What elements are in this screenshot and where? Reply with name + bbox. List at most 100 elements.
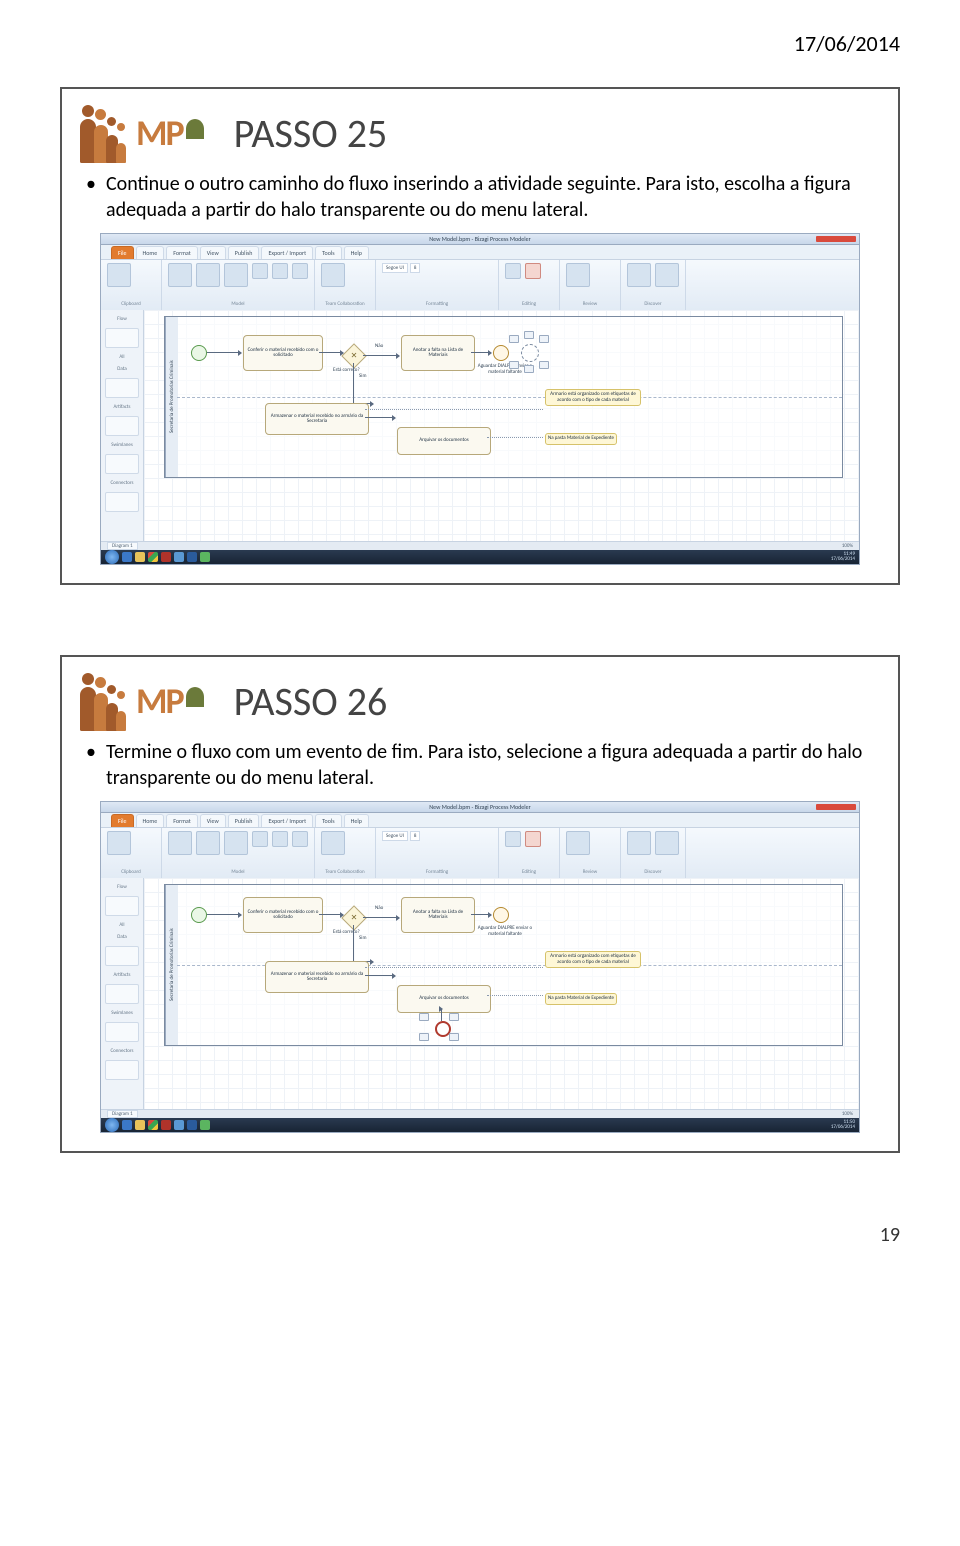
view-tab[interactable]: View [200,246,226,259]
palette-connector-icon[interactable] [105,492,139,512]
select-button[interactable] [505,263,521,279]
validate-button[interactable] [272,263,288,279]
timer-event-icon[interactable] [493,345,509,361]
online-courses-button[interactable] [655,263,679,287]
palette-group-artifacts[interactable]: Artifacts [105,972,139,978]
palette-swimlane-icon[interactable] [105,454,139,474]
pool[interactable]: Secretaria de Promotorias Criminais Conf… [164,316,843,478]
file-tab[interactable]: File [111,246,134,259]
timer-event-icon[interactable] [493,907,509,923]
delete-button[interactable] [525,831,541,847]
taskbar-ie-icon[interactable] [122,1120,132,1130]
palette-group-artifacts[interactable]: Artifacts [105,404,139,410]
validate-button[interactable] [272,831,288,847]
format-tab[interactable]: Format [166,246,198,259]
taskbar-icon[interactable] [174,1120,184,1130]
palette-group-data[interactable]: Data [105,934,139,940]
home-tab[interactable]: Home [136,246,165,259]
resources-button[interactable] [252,831,268,847]
start-event-icon[interactable] [191,907,207,923]
start-button[interactable] [105,550,119,564]
start-button[interactable] [105,1118,119,1132]
export-tab[interactable]: Export / Import [261,814,313,827]
run-button[interactable] [196,831,220,855]
palette-group-swimlanes[interactable]: Swimlanes [105,442,139,448]
palette-group-data[interactable]: Data [105,366,139,372]
select-button[interactable] [505,831,521,847]
view-tab[interactable]: View [200,814,226,827]
taskbar-explorer-icon[interactable] [135,1120,145,1130]
palette-group-flow[interactable]: Flow [105,316,139,322]
palette-data-icon[interactable] [105,946,139,966]
task-arquivar[interactable]: Arquivar os documentos [397,427,491,455]
publish-tab[interactable]: Publish [228,246,260,259]
task-anotar[interactable]: Anotar a falta na Lista de Materiais [401,335,475,371]
resources-button[interactable] [252,263,268,279]
taskbar-explorer-icon[interactable] [135,552,145,562]
palette-artifact-icon[interactable] [105,416,139,436]
palette-group-all[interactable]: All [105,922,139,928]
tools-tab[interactable]: Tools [315,814,341,827]
paste-button[interactable] [107,831,131,855]
diagrams-button[interactable] [168,831,192,855]
info-button[interactable] [292,263,308,279]
info-button[interactable] [292,831,308,847]
tools-tab[interactable]: Tools [315,246,341,259]
diagram-tab[interactable]: Diagram 1 [107,1110,138,1118]
font-name[interactable]: Segoe UI [382,263,408,273]
palette-group-flow[interactable]: Flow [105,884,139,890]
gateway-icon[interactable]: ✕ [341,905,366,930]
home-tab[interactable]: Home [136,814,165,827]
spelling-button[interactable] [566,831,590,855]
taskbar-word-icon[interactable] [187,552,197,562]
format-tab[interactable]: Format [166,814,198,827]
palette-group-connectors[interactable]: Connectors [105,1048,139,1054]
taskbar-acrobat-icon[interactable] [161,552,171,562]
help-tab[interactable]: Help [344,814,369,827]
taskbar-bizagi-icon[interactable] [200,552,210,562]
file-tab[interactable]: File [111,814,134,827]
task-arquivar[interactable]: Arquivar os documentos [397,985,491,1013]
simulation-button[interactable] [224,831,248,855]
zoom-level[interactable]: 100% [842,543,853,549]
share-process-button[interactable] [321,263,345,287]
run-button[interactable] [196,263,220,287]
publish-tab[interactable]: Publish [228,814,260,827]
export-tab[interactable]: Export / Import [261,246,313,259]
gateway-icon[interactable]: ✕ [341,343,366,368]
paste-button[interactable] [107,263,131,287]
halo-menu[interactable] [419,1013,459,1043]
online-courses-button[interactable] [655,831,679,855]
canvas[interactable]: Secretaria de Promotorias Criminais Conf… [144,310,859,542]
task-conferir[interactable]: Conferir o material recebido com o solic… [243,897,323,933]
delete-button[interactable] [525,263,541,279]
task-anotar[interactable]: Anotar a falta na Lista de Materiais [401,897,475,933]
font-name[interactable]: Segoe UI [382,831,408,841]
palette-group-connectors[interactable]: Connectors [105,480,139,486]
taskbar-chrome-icon[interactable] [148,1120,158,1130]
help-tab[interactable]: Help [344,246,369,259]
canvas[interactable]: Secretaria de Promotorias Criminais Conf… [144,878,859,1110]
font-size[interactable]: 8 [410,831,421,841]
palette-task-icon[interactable] [105,328,139,348]
task-conferir[interactable]: Conferir o material recebido com o solic… [243,335,323,371]
palette-group-all[interactable]: All [105,354,139,360]
zoom-level[interactable]: 100% [842,1111,853,1117]
palette-swimlane-icon[interactable] [105,1022,139,1042]
simulation-button[interactable] [224,263,248,287]
halo-menu[interactable] [509,337,549,367]
palette-data-icon[interactable] [105,378,139,398]
task-armazenar[interactable]: Armazenar o material recebido no armário… [265,403,369,435]
bizagi-suite-button[interactable] [627,263,651,287]
taskbar-acrobat-icon[interactable] [161,1120,171,1130]
share-process-button[interactable] [321,831,345,855]
task-armazenar[interactable]: Armazenar o material recebido no armário… [265,961,369,993]
diagram-tab[interactable]: Diagram 1 [107,542,138,550]
start-event-icon[interactable] [191,345,207,361]
taskbar-ie-icon[interactable] [122,552,132,562]
diagrams-button[interactable] [168,263,192,287]
taskbar-word-icon[interactable] [187,1120,197,1130]
palette-group-swimlanes[interactable]: Swimlanes [105,1010,139,1016]
pool[interactable]: Secretaria de Promotorias Criminais Conf… [164,884,843,1046]
palette-task-icon[interactable] [105,896,139,916]
